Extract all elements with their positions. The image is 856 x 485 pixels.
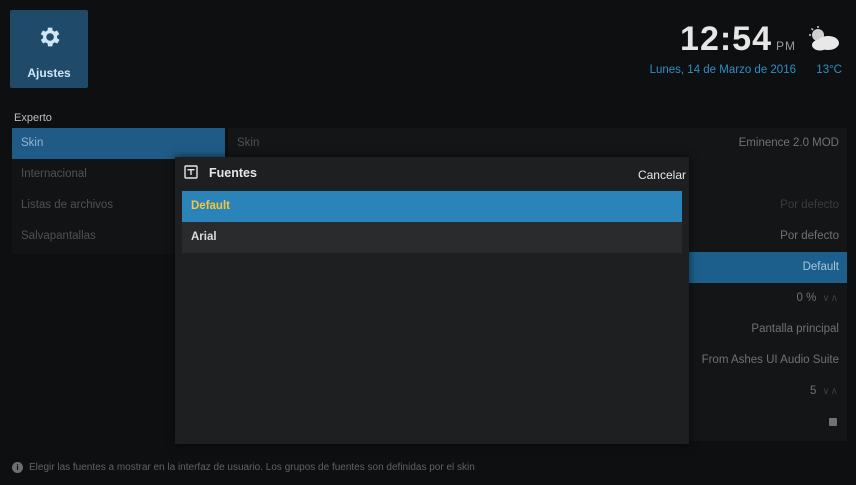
setting-value: From Ashes UI Audio Suite bbox=[701, 354, 839, 366]
help-text: Elegir las fuentes a mostrar en la inter… bbox=[29, 462, 475, 473]
setting-row[interactable]: Skin Eminence 2.0 MOD bbox=[228, 128, 847, 159]
setting-value: 0 % ∨∧ bbox=[797, 283, 839, 314]
gear-icon bbox=[40, 27, 60, 47]
help-bar: i Elegir las fuentes a mostrar en la inte… bbox=[12, 462, 475, 473]
font-icon bbox=[184, 165, 198, 179]
clock-ampm: PM bbox=[776, 39, 796, 53]
fonts-dialog: Fuentes Cancelar Default Arial bbox=[175, 157, 689, 444]
clock-time: 12:54 bbox=[680, 20, 772, 58]
setting-label: Skin bbox=[237, 137, 260, 149]
checkbox-icon[interactable] bbox=[829, 417, 837, 426]
settings-tile-label: Ajustes bbox=[27, 66, 71, 80]
temperature-label: 13°C bbox=[816, 64, 842, 76]
dialog-title: Fuentes bbox=[209, 166, 257, 180]
cancel-button[interactable]: Cancelar bbox=[638, 168, 686, 182]
font-option-default[interactable]: Default bbox=[182, 191, 682, 222]
spinner-arrows-icon[interactable]: ∨∧ bbox=[822, 386, 839, 397]
setting-value: Por defecto bbox=[780, 230, 839, 242]
setting-value: Default bbox=[802, 261, 839, 273]
section-label: Experto bbox=[14, 112, 52, 124]
date-label: Lunes, 14 de Marzo de 2016 bbox=[649, 64, 796, 76]
font-option-arial[interactable]: Arial bbox=[182, 222, 682, 253]
menu-item-skin[interactable]: Skin bbox=[12, 128, 225, 159]
settings-tile[interactable]: Ajustes bbox=[10, 10, 88, 88]
setting-value: Pantalla principal bbox=[751, 323, 839, 335]
info-icon: i bbox=[12, 462, 23, 473]
setting-value: Por defecto bbox=[780, 199, 839, 211]
setting-value: 5 ∨∧ bbox=[810, 376, 839, 407]
setting-value-text: 0 % bbox=[796, 292, 817, 304]
cloudy-icon bbox=[809, 26, 839, 51]
dialog-header: Fuentes Cancelar bbox=[175, 157, 689, 191]
setting-value-text: 5 bbox=[809, 385, 817, 397]
setting-value: Eminence 2.0 MOD bbox=[738, 137, 839, 149]
clock: 12:54 PM bbox=[680, 20, 796, 59]
spinner-arrows-icon[interactable]: ∨∧ bbox=[822, 293, 839, 304]
setting-value bbox=[829, 407, 839, 438]
